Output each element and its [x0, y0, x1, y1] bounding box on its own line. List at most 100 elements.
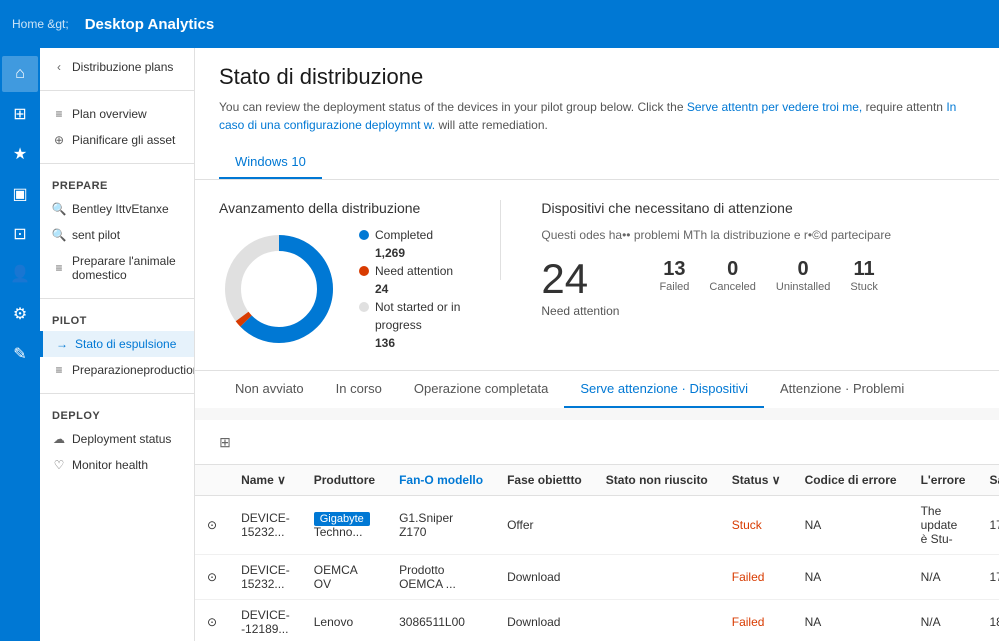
grid-icon: ≡	[52, 363, 66, 377]
sidebar-deploy-header: DEPLOY	[40, 404, 194, 426]
row-icon-3: ⊙	[195, 600, 229, 641]
sidebar-stato-espulsione[interactable]: → Stato di espulsione	[40, 331, 194, 357]
sidebar-pilot-header: PILOT	[40, 309, 194, 331]
legend-attention: Need attention	[359, 264, 460, 278]
legend-notstarted-count: 136	[359, 336, 460, 350]
dashboard-icon[interactable]: ⊞	[2, 96, 38, 132]
row-sarcee-3: 18362.657	[977, 600, 999, 641]
sidebar-deployment-status[interactable]: ☁ Deployment status	[40, 426, 194, 452]
row-fail-2	[594, 555, 720, 600]
row-sarcee-2: 17763.973	[977, 555, 999, 600]
apps-icon[interactable]: ⊡	[2, 216, 38, 252]
donut-chart	[219, 229, 339, 349]
row-name-1[interactable]: DEVICE-15232...	[229, 496, 302, 555]
pianificare-icon: ⊕	[52, 133, 66, 147]
stat-stuck: 11 Stuck	[850, 258, 878, 293]
sidebar-prepare-header: PREPARE	[40, 174, 194, 196]
devices-icon[interactable]: ▣	[2, 176, 38, 212]
stat-uninstalled: 0 Uninstalled	[776, 258, 830, 293]
table-row: ⊙ DEVICE-15232... Gigabyte Techno... G1.…	[195, 496, 999, 555]
search-icon-1: 🔍	[52, 202, 66, 216]
sidebar-bentley[interactable]: 🔍 Bentley IttvEtanxe	[40, 196, 194, 222]
filter-operazione[interactable]: Operazione completata	[398, 371, 564, 408]
toolbar-icon-1[interactable]: ⊞	[211, 428, 239, 456]
row-name-3[interactable]: DEVICE--12189...	[229, 600, 302, 641]
row-mfr-1: Gigabyte Techno...	[302, 496, 387, 555]
row-status-1: Stuck	[720, 496, 793, 555]
sidebar-plan-overview[interactable]: ≡ Plan overview	[40, 101, 194, 127]
attention-section: Dispositivi che necessitano di attenzion…	[541, 200, 975, 350]
row-phase-2: Download	[495, 555, 594, 600]
legend-notstarted-2: progress	[359, 318, 460, 332]
col-name[interactable]: Name ∨	[229, 465, 302, 496]
attention-number: 24	[541, 258, 619, 300]
serve-attentn-link[interactable]: Serve attentn per vedere troi me,	[687, 100, 862, 114]
attention-label: Need attention	[541, 304, 619, 318]
people-icon[interactable]: 👤	[2, 256, 38, 292]
sidebar-preparare[interactable]: ≡ Preparare l'animale domestico	[40, 248, 194, 288]
devices-table: Name ∨ Produttore Fan-O modello Fase obi…	[195, 465, 999, 641]
row-status-3: Failed	[720, 600, 793, 641]
content-area: Stato di distribuzione You can review th…	[195, 48, 999, 641]
row-errcode-2: NA	[793, 555, 909, 600]
stat-canceled: 0 Canceled	[709, 258, 755, 293]
tab-windows10[interactable]: Windows 10	[219, 146, 322, 179]
filter-in-corso[interactable]: In corso	[320, 371, 398, 408]
row-mfr-2: OEMCA OV	[302, 555, 387, 600]
filter-non-avviato[interactable]: Non avviato	[219, 371, 320, 408]
table-header-row: Name ∨ Produttore Fan-O modello Fase obi…	[195, 465, 999, 496]
settings-icon[interactable]: ⚙	[2, 296, 38, 332]
page-title: Stato di distribuzione	[219, 64, 975, 90]
plan-overview-icon: ≡	[52, 107, 66, 121]
row-model-2: Prodotto OEMCA ...	[387, 555, 495, 600]
col-error-code: Codice di errore	[793, 465, 909, 496]
row-fail-1	[594, 496, 720, 555]
icon-bar: ⌂ ⊞ ★ ▣ ⊡ 👤 ⚙ ✎	[0, 48, 40, 641]
legend-completed: Completed	[359, 228, 460, 242]
sidebar-pianificare[interactable]: ⊕ Pianificare gli asset	[40, 127, 194, 153]
col-manufacturer: Produttore	[302, 465, 387, 496]
col-status[interactable]: Status ∨	[720, 465, 793, 496]
attention-main: 24 Need attention 13 Failed 0 Canceled	[541, 258, 975, 318]
notstarted-dot	[359, 302, 369, 312]
col-phase: Fase obiettto	[495, 465, 594, 496]
filter-attenzione-problemi[interactable]: Attenzione · Problemi	[764, 371, 920, 408]
col-icon	[195, 465, 229, 496]
col-sarcee: Sarcee	[977, 465, 999, 496]
page-tabs: Windows 10	[219, 146, 975, 179]
progress-section: Avanzamento della distribuzione	[219, 200, 460, 350]
page-description: You can review the deployment status of …	[219, 98, 975, 134]
home-icon[interactable]: ⌂	[2, 56, 38, 92]
row-status-2: Failed	[720, 555, 793, 600]
row-errcode-3: NA	[793, 600, 909, 641]
col-error: L'errore	[909, 465, 978, 496]
sidebar-monitor-health[interactable]: ♡ Monitor health	[40, 452, 194, 478]
legend-completed-count: 1,269	[359, 246, 460, 260]
arrow-icon: →	[55, 337, 69, 351]
row-name-2[interactable]: DEVICE-15232...	[229, 555, 302, 600]
filter-serve-attenzione[interactable]: Serve attenzione · Dispositivi	[564, 371, 764, 408]
attention-title: Dispositivi che necessitano di attenzion…	[541, 200, 975, 216]
star-icon[interactable]: ★	[2, 136, 38, 172]
table-row: ⊙ DEVICE--12189... Lenovo 3086511L00 Dow…	[195, 600, 999, 641]
attention-subtitle: Questi odes ha•• problemi MTh la distrib…	[541, 228, 975, 242]
row-error-2: N/A	[909, 555, 978, 600]
stats-divider	[500, 200, 501, 280]
col-model[interactable]: Fan-O modello	[387, 465, 495, 496]
list-icon: ≡	[52, 261, 66, 275]
legend-attention-count: 24	[359, 282, 460, 296]
cloud-icon: ☁	[52, 432, 66, 446]
sidebar-sent[interactable]: 🔍 sent pilot	[40, 222, 194, 248]
row-mfr-3: Lenovo	[302, 600, 387, 641]
table-row: ⊙ DEVICE-15232... OEMCA OV Prodotto OEMC…	[195, 555, 999, 600]
sidebar-back[interactable]: ‹ Distribuzione plans	[40, 54, 194, 80]
search-icon-2: 🔍	[52, 228, 66, 242]
filter-tabs: Non avviato In corso Operazione completa…	[195, 370, 999, 408]
row-icon-2: ⊙	[195, 555, 229, 600]
completed-dot	[359, 230, 369, 240]
pencil-icon[interactable]: ✎	[2, 336, 38, 372]
row-icon-1: ⊙	[195, 496, 229, 555]
sidebar-preparazione[interactable]: ≡ Preparazioneproduction	[40, 357, 194, 383]
donut-legend: Completed 1,269 Need attention 24	[359, 228, 460, 350]
heart-icon: ♡	[52, 458, 66, 472]
